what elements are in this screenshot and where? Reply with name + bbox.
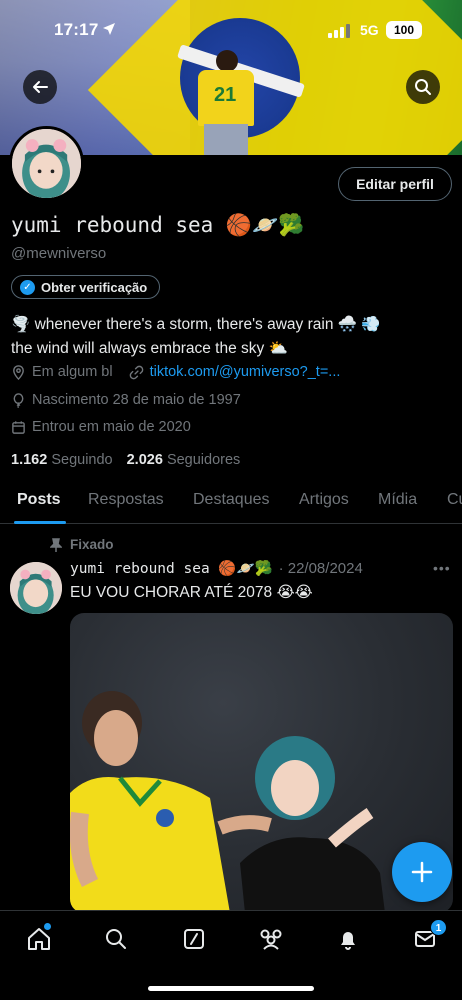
calendar-icon (12, 420, 25, 434)
post-date[interactable]: · 22/08/2024 (279, 560, 363, 577)
bio-line-2: the wind will always embrace the sky ⛅ (11, 340, 288, 357)
nav-search[interactable] (102, 925, 130, 953)
get-verified-button[interactable]: ✓ Obter verificação (11, 275, 161, 299)
active-tab-indicator (14, 521, 66, 524)
arrow-left-icon (33, 81, 48, 93)
profile-bio: 🌪️ whenever there's a storm, there's awa… (11, 313, 451, 361)
signal-icon (328, 24, 350, 38)
home-indicator (148, 986, 314, 991)
verified-badge-icon: ✓ (20, 279, 35, 295)
pinned-indicator: Fixado (50, 537, 114, 552)
profile-tabs: Posts Respostas Destaques Artigos Mídia … (0, 478, 462, 524)
verify-label: Obter verificação (41, 279, 148, 295)
network-label: 5G (360, 22, 379, 38)
slash-box-icon (184, 929, 204, 949)
profile-link[interactable]: tiktok.com/@yumiverso?_t=... (150, 364, 341, 380)
battery-icon: 100 (386, 21, 422, 39)
location-link-row: Em algum bl tiktok.com/@yumiverso?_t=... (11, 364, 340, 380)
balloon-icon (13, 392, 24, 408)
following-link[interactable]: 1.162 Seguindo (11, 452, 113, 468)
location-pin-icon (13, 364, 24, 380)
search-icon (106, 929, 126, 949)
messages-badge: 1 (430, 919, 447, 936)
profile-avatar[interactable] (9, 126, 84, 201)
avatar-image (10, 562, 62, 614)
compose-post-button[interactable] (392, 842, 452, 902)
status-bar: 17:17 5G 100 (0, 0, 462, 60)
post-text: EU VOU CHORAR ATÉ 2078 😭😭 (70, 584, 313, 601)
tab-posts[interactable]: Posts (17, 491, 61, 509)
avatar-image (12, 129, 81, 198)
nav-communities[interactable] (257, 925, 285, 953)
more-options-icon[interactable]: ••• (433, 560, 451, 576)
profile-birth: Nascimento 28 de maio de 1997 (32, 392, 241, 408)
location-arrow-icon (103, 23, 115, 35)
plus-icon (411, 861, 433, 883)
tab-more[interactable]: Cu (447, 491, 462, 509)
shirt-number: 21 (214, 84, 237, 106)
tab-articles[interactable]: Artigos (299, 491, 349, 509)
birth-row: Nascimento 28 de maio de 1997 (11, 392, 241, 408)
home-unread-dot (44, 923, 51, 930)
nav-grok[interactable] (180, 925, 208, 953)
post-author[interactable]: yumi rebound sea 🏀🪐🥦 (70, 560, 273, 577)
followers-link[interactable]: 2.026 Seguidores (127, 452, 241, 468)
search-button[interactable] (406, 70, 440, 104)
profile-handle: @mewniverso (11, 245, 107, 262)
profile-location: Em algum bl (32, 364, 113, 380)
follow-stats: 1.162 Seguindo 2.026 Seguidores (11, 452, 240, 468)
bell-icon (341, 932, 355, 950)
post-header: yumi rebound sea 🏀🪐🥦 · 22/08/2024 (70, 560, 363, 577)
banner-person: 21 (190, 50, 260, 155)
status-time: 17:17 (54, 20, 99, 39)
pin-icon (50, 537, 62, 552)
people-icon (260, 929, 282, 950)
link-icon (129, 365, 143, 379)
back-button[interactable] (23, 70, 57, 104)
post-avatar[interactable] (10, 562, 62, 614)
tab-replies[interactable]: Respostas (88, 491, 164, 509)
search-icon (415, 79, 431, 95)
bio-line-1: 🌪️ whenever there's a storm, there's awa… (11, 316, 381, 333)
joined-row: Entrou em maio de 2020 (11, 419, 191, 435)
profile-joined: Entrou em maio de 2020 (32, 419, 191, 435)
tab-media[interactable]: Mídia (378, 491, 417, 509)
tab-highlights[interactable]: Destaques (193, 491, 270, 509)
edit-profile-button[interactable]: Editar perfil (338, 167, 452, 201)
nav-notifications[interactable] (334, 925, 362, 953)
profile-name: yumi rebound sea 🏀🪐🥦 (11, 213, 305, 237)
